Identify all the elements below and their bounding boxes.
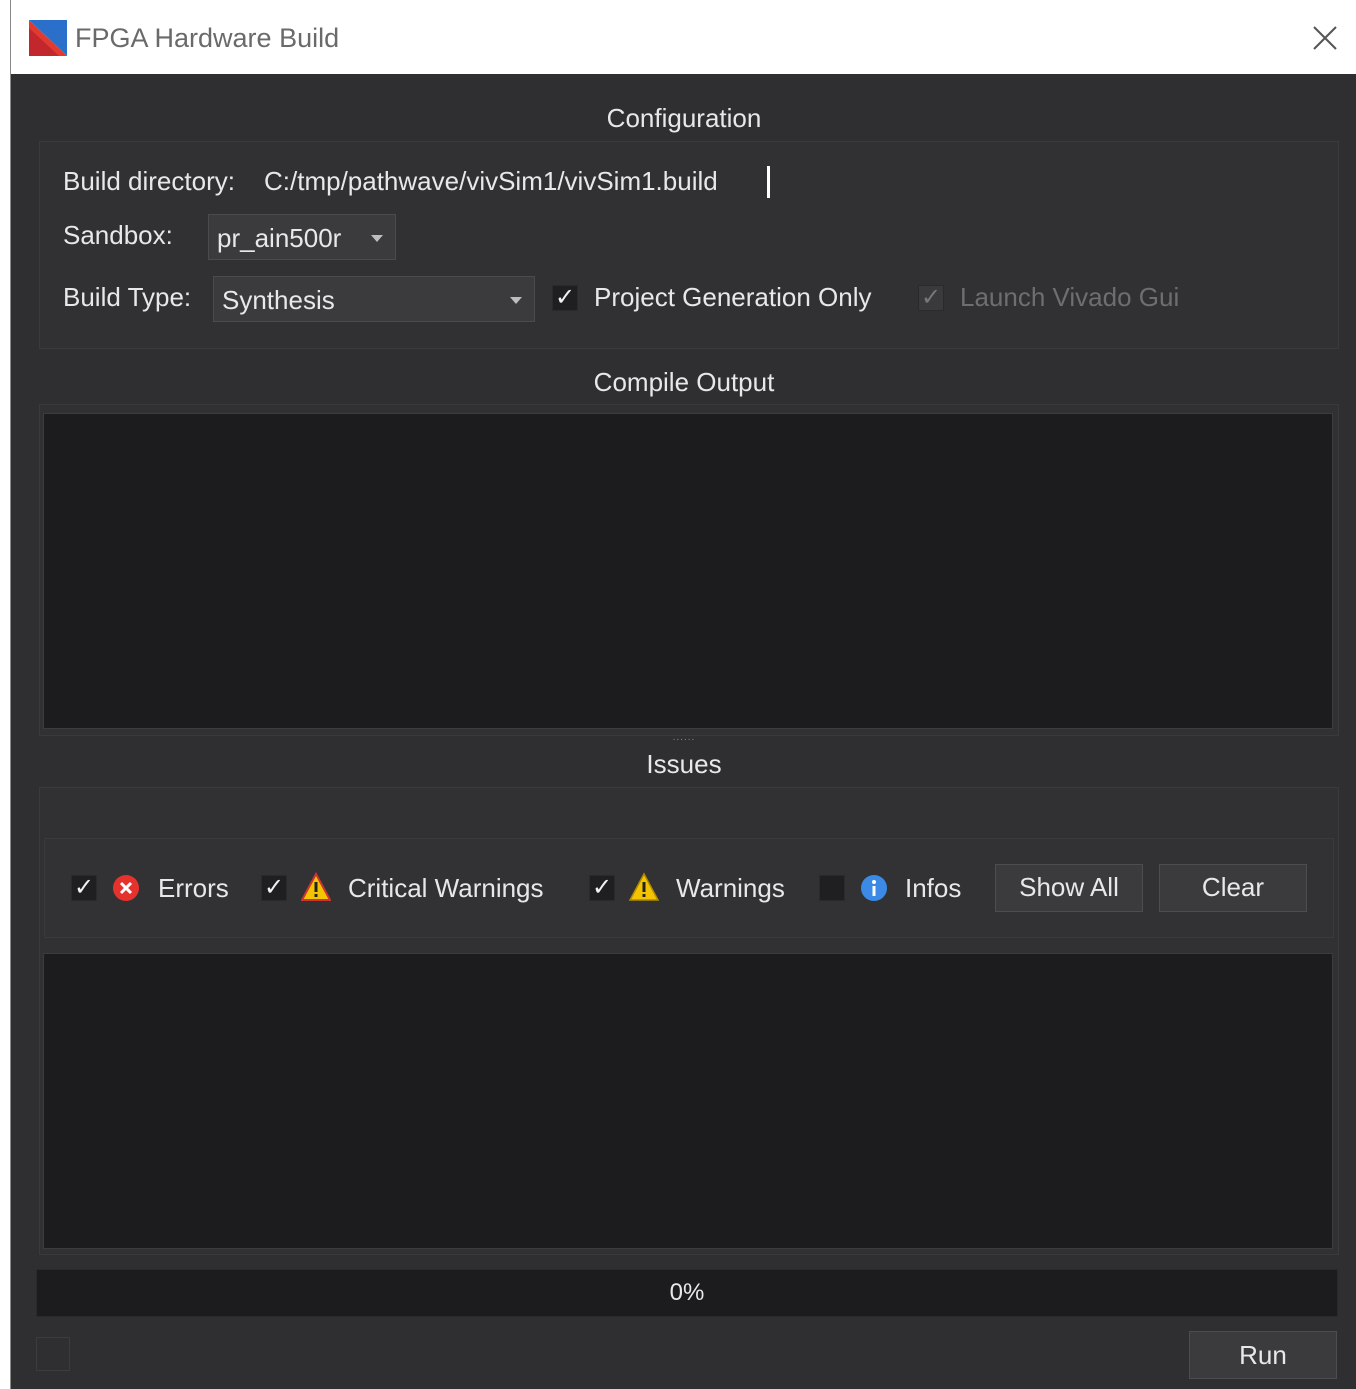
- warning-icon: [629, 872, 659, 901]
- issues-filter-bar: ✓ Errors ✓ Critical Warnings ✓ Warnings: [44, 838, 1334, 938]
- title-bar: FPGA Hardware Build: [11, 0, 1356, 74]
- build-type-combo-value: Synthesis: [222, 285, 335, 315]
- splitter-handle[interactable]: ......: [11, 732, 1356, 743]
- infos-filter-label: Infos: [905, 873, 962, 903]
- project-generation-only-checkbox[interactable]: ✓: [552, 285, 578, 311]
- fpga-build-dialog: FPGA Hardware Build Configuration Build …: [10, 0, 1356, 1389]
- error-icon: [113, 875, 139, 901]
- critical-warning-icon: [301, 872, 331, 901]
- issues-list[interactable]: [43, 953, 1333, 1249]
- warnings-filter-label: Warnings: [676, 873, 785, 903]
- compile-output-text[interactable]: [43, 413, 1333, 729]
- progress-bar: 0%: [36, 1269, 1338, 1317]
- compile-output-heading: Compile Output: [593, 367, 775, 397]
- build-directory-value[interactable]: C:/tmp/pathwave/vivSim1/vivSim1.build: [264, 166, 718, 197]
- configuration-group: Build directory: C:/tmp/pathwave/vivSim1…: [39, 141, 1339, 349]
- sandbox-combo[interactable]: pr_ain500r: [208, 214, 396, 260]
- build-directory-label: Build directory:: [63, 166, 235, 196]
- run-button[interactable]: Run: [1189, 1331, 1337, 1379]
- sandbox-label: Sandbox:: [63, 220, 173, 250]
- issues-group: ✓ Errors ✓ Critical Warnings ✓ Warnings: [39, 787, 1339, 1255]
- progress-text: 0%: [669, 1279, 705, 1306]
- infos-filter-checkbox[interactable]: [819, 875, 845, 901]
- info-icon: [861, 875, 887, 901]
- errors-filter-label: Errors: [158, 873, 229, 903]
- errors-filter-checkbox[interactable]: ✓: [71, 875, 97, 901]
- sandbox-combo-value: pr_ain500r: [217, 223, 342, 253]
- close-icon[interactable]: [1303, 18, 1347, 58]
- build-type-label: Build Type:: [63, 282, 192, 312]
- status-indicator: [36, 1337, 70, 1371]
- text-cursor: [767, 166, 770, 198]
- configuration-heading: Configuration: [606, 103, 762, 133]
- chevron-down-icon: [371, 235, 383, 242]
- show-all-button[interactable]: Show All: [995, 864, 1143, 912]
- app-logo-icon: [29, 20, 67, 56]
- build-type-combo[interactable]: Synthesis: [213, 276, 535, 322]
- launch-vivado-gui-label: Launch Vivado Gui: [960, 282, 1180, 312]
- window-title: FPGA Hardware Build: [75, 23, 340, 53]
- critical-warnings-filter-label: Critical Warnings: [348, 873, 544, 903]
- critical-warnings-filter-checkbox[interactable]: ✓: [261, 875, 287, 901]
- warnings-filter-checkbox[interactable]: ✓: [589, 875, 615, 901]
- issues-heading: Issues: [646, 749, 722, 779]
- launch-vivado-gui-checkbox[interactable]: ✓: [918, 285, 944, 311]
- project-generation-only-label: Project Generation Only: [594, 282, 872, 312]
- clear-button[interactable]: Clear: [1159, 864, 1307, 912]
- chevron-down-icon: [510, 297, 522, 304]
- compile-output-group: [39, 404, 1339, 736]
